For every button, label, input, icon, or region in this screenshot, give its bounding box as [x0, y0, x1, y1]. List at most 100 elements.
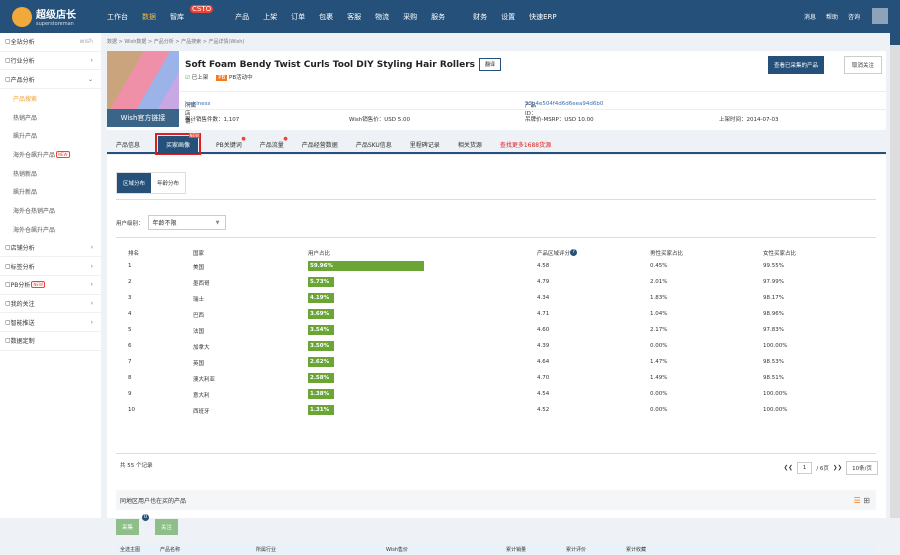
nav-item[interactable]: 产品: [235, 12, 249, 22]
list-view-icon[interactable]: ☰ ⊞: [854, 496, 870, 505]
nav-item[interactable]: 物流: [375, 12, 389, 22]
table-cell: 2.01%: [650, 279, 668, 285]
column-header[interactable]: 产品名称: [160, 546, 180, 553]
sidebar-item-label: 行业分析: [10, 58, 35, 66]
top-link-2[interactable]: 咨询: [848, 12, 860, 21]
sidebar-item-label: 热销产品: [13, 114, 38, 122]
nav-item[interactable]: 服务: [431, 12, 459, 22]
table-cell: 4.39: [537, 343, 550, 349]
user-level-select[interactable]: 年龄不限 ▼: [147, 215, 226, 230]
collect-button[interactable]: 采集: [116, 519, 140, 535]
table-cell: 0.00%: [650, 407, 668, 413]
column-header: 产品区域评分?: [537, 249, 578, 257]
table-cell: 4.70: [537, 375, 550, 381]
tab-item[interactable]: PB关键词 ●: [216, 136, 246, 149]
table-cell: 4.79: [537, 279, 550, 285]
wish-link-button[interactable]: Wish官方链接: [107, 109, 179, 127]
top-link-0[interactable]: 消息: [804, 12, 816, 21]
nav-item[interactable]: 包裹: [319, 12, 333, 22]
tab-item[interactable]: 产品SKU信息: [356, 140, 392, 149]
chevron-right-icon: ›: [90, 318, 93, 326]
sidebar-item[interactable]: 飙升产品: [0, 126, 101, 145]
sidebar-item[interactable]: ▢ 产品分析 ⌄: [0, 70, 101, 90]
sidebar-item[interactable]: 海外仓飙升产品 NEW: [0, 145, 101, 164]
sidebar-item[interactable]: ▢ 智能推送 ›: [0, 313, 101, 332]
top-right-links: 消息 帮助 咨询: [804, 12, 860, 21]
share-bar: 1.31%: [308, 405, 334, 415]
brand-logo[interactable]: 超级店长 superstoreman: [12, 6, 107, 27]
tab-item[interactable]: 产品经营数据: [302, 140, 338, 149]
sidebar-item[interactable]: ▢ 数据定制: [0, 332, 101, 351]
column-header-label: 国家: [193, 251, 205, 257]
nav-item[interactable]: 快速ERP: [529, 12, 557, 22]
sidebar-item[interactable]: ▢ 标签分析 ›: [0, 257, 101, 276]
tab-item[interactable]: 产品流量 ●: [260, 136, 288, 149]
tab-item[interactable]: 查找更多1688货源: [500, 140, 551, 149]
main-content: 数据 > Wish数据 > 产品分析 > 产品搜索 > 产品详情(Wish) W…: [101, 33, 890, 555]
scrollbar[interactable]: [890, 33, 900, 518]
top-link-1[interactable]: 帮助: [826, 12, 838, 21]
column-header[interactable]: Wish售价: [386, 546, 408, 553]
nav-item[interactable]: 采购: [403, 12, 417, 22]
sidebar-item[interactable]: 海外仓飙升产品: [0, 220, 101, 239]
filter-label: 用户级别：: [116, 220, 144, 227]
table-cell: 瑞士: [193, 297, 205, 303]
column-header[interactable]: 累计评价: [566, 546, 586, 553]
sidebar-item[interactable]: 飙升新品: [0, 183, 101, 202]
column-header[interactable]: 全选主图: [120, 546, 140, 553]
last-page-icon[interactable]: ❯❯: [833, 465, 842, 471]
sidebar-item[interactable]: 热销新品: [0, 164, 101, 183]
table-cell: 98.51%: [763, 375, 784, 381]
first-page-icon[interactable]: ❮❮: [784, 465, 793, 471]
sidebar-item[interactable]: ▢ PB分析 NEW ›: [0, 276, 101, 295]
sidebar-item[interactable]: 热销产品: [0, 108, 101, 127]
column-header[interactable]: 累计销量: [506, 546, 526, 553]
pb-badge: PB PB活动中: [216, 75, 253, 81]
per-page-select[interactable]: 10条/页: [846, 461, 878, 475]
sidebar-item-label: 店铺分析: [10, 244, 35, 252]
nav-item[interactable]: 上架: [263, 12, 277, 22]
view-collected-button[interactable]: 查看已采集的产品: [767, 56, 824, 74]
table-cell: 英国: [193, 361, 205, 367]
unfollow-button[interactable]: 取消关注: [843, 56, 882, 74]
nav-item[interactable]: 订单: [291, 12, 305, 22]
sidebar-item-label: 热销新品: [13, 170, 38, 178]
help-icon[interactable]: ?: [570, 249, 578, 256]
sidebar-item[interactable]: ▢ 我的关注 ›: [0, 295, 101, 314]
tab-item[interactable]: 相关货源: [458, 140, 482, 149]
column-header[interactable]: 累计收藏: [626, 546, 646, 553]
table-cell: 4.52: [537, 407, 550, 413]
table-cell: 2.17%: [650, 327, 668, 333]
segment-tab[interactable]: 区域分布: [117, 173, 152, 193]
breadcrumb[interactable]: 数据 > Wish数据 > 产品分析 > 产品搜索 > 产品详情(Wish): [107, 38, 244, 45]
avatar[interactable]: [872, 8, 888, 24]
nav-item[interactable]: 客服: [347, 12, 361, 22]
column-header: 国家: [193, 249, 204, 257]
nav-item[interactable]: 财务: [473, 12, 487, 22]
table-cell: 意大利: [193, 393, 210, 399]
table-cell: 6: [128, 343, 132, 349]
tab-item[interactable]: 产品信息: [116, 140, 140, 149]
sidebar-item[interactable]: ▢ 行业分析 ›: [0, 52, 101, 71]
follow-button[interactable]: 关注: [155, 519, 179, 535]
sidebar-item-label: 海外仓飙升产品: [13, 226, 56, 234]
sidebar-item[interactable]: ▢ 全站分析 wish: [0, 33, 101, 52]
tab-item[interactable]: 里程碑记录: [410, 140, 440, 149]
nav-item[interactable]: 数据: [142, 12, 156, 22]
segment-tab[interactable]: 年龄分布: [151, 173, 185, 193]
nav-item[interactable]: 工作台: [107, 12, 128, 22]
page-input[interactable]: 1: [796, 462, 813, 474]
table-cell: 97.83%: [763, 327, 784, 333]
sidebar-item[interactable]: 海外仓热销产品: [0, 201, 101, 220]
tab-item[interactable]: 买家画像 NEW: [155, 132, 202, 156]
nav-item[interactable]: 智库 CSTO: [170, 4, 221, 22]
nav-item[interactable]: 设置: [501, 12, 515, 22]
translate-button[interactable]: 翻译: [479, 58, 502, 71]
store-link[interactable]: luckiness: [185, 101, 210, 107]
sidebar-item[interactable]: ▢ 店铺分析 ›: [0, 239, 101, 258]
sold-count: 累计销售件数：1,107: [185, 116, 240, 123]
table-cell: 4.34: [537, 295, 550, 301]
nav-item-label: 物流: [375, 12, 390, 21]
sidebar-item[interactable]: 产品搜索: [0, 89, 101, 108]
column-header[interactable]: 所属行业: [256, 546, 276, 553]
